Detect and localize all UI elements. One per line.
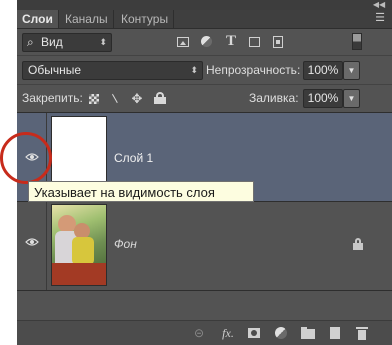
search-icon: ⌕ [27,35,34,49]
blend-mode-dropdown[interactable]: Обычные ⬍ [22,61,203,80]
divider [17,84,392,85]
filter-toggle-icon[interactable] [352,33,362,50]
tab-bar: Слои Каналы Контуры [17,10,392,29]
lock-all-icon[interactable] [154,92,166,104]
lock-icon [353,238,363,250]
tab-paths[interactable]: Контуры [116,10,175,28]
divider [17,290,392,291]
lock-transparent-pixels-icon[interactable] [89,94,99,104]
photo-ground [52,263,106,285]
fx-icon[interactable]: fx. [219,323,237,343]
blend-mode-value: Обычные [28,63,82,77]
lock-label: Закрепить: [22,91,83,105]
tooltip: Указывает на видимость слоя [28,181,254,202]
opacity-input[interactable]: 100% [303,61,343,80]
highlight-circle [0,132,52,184]
opacity-label: Непрозрачность: [206,63,301,77]
photo-figure [72,237,94,265]
layers-bottom-toolbar: ⊝ fx. [17,320,392,345]
layer-row[interactable]: Фон [17,202,392,290]
tab-layers[interactable]: Слои [17,10,59,28]
eye-icon [25,238,39,246]
visibility-toggle[interactable] [17,202,47,290]
double-chevron-left-icon[interactable]: ◀◀ [372,0,386,10]
type-layer-filter-icon[interactable]: T [224,33,238,50]
layer-name[interactable]: Слой 1 [114,151,153,165]
lock-position-icon[interactable]: ✥ [129,90,145,107]
chevron-updown-icon: ⬍ [190,65,198,75]
panel-title-strip [17,0,392,10]
fill-slider-button[interactable]: ▼ [343,89,360,108]
chevron-updown-icon: ⬍ [99,37,107,47]
opacity-slider-button[interactable]: ▼ [343,61,360,80]
link-layers-icon[interactable]: ⊝ [190,323,208,343]
filter-kind-label: Вид [41,35,63,49]
divider [17,55,392,56]
smart-object-filter-icon[interactable] [273,36,283,48]
fill-input[interactable]: 100% [303,89,343,108]
shape-layer-filter-icon[interactable] [249,37,260,47]
panel-menu-icon[interactable]: ☰ [373,12,387,24]
layer-name[interactable]: Фон [114,237,137,251]
pixel-layer-filter-icon[interactable] [177,37,189,47]
filter-kind-dropdown[interactable]: ⌕ Вид ⬍ [22,33,112,52]
layer-thumbnail [51,204,107,286]
fill-label: Заливка: [249,91,299,105]
adjustment-layer-filter-icon[interactable] [201,36,212,47]
tab-channels[interactable]: Каналы [60,10,114,28]
